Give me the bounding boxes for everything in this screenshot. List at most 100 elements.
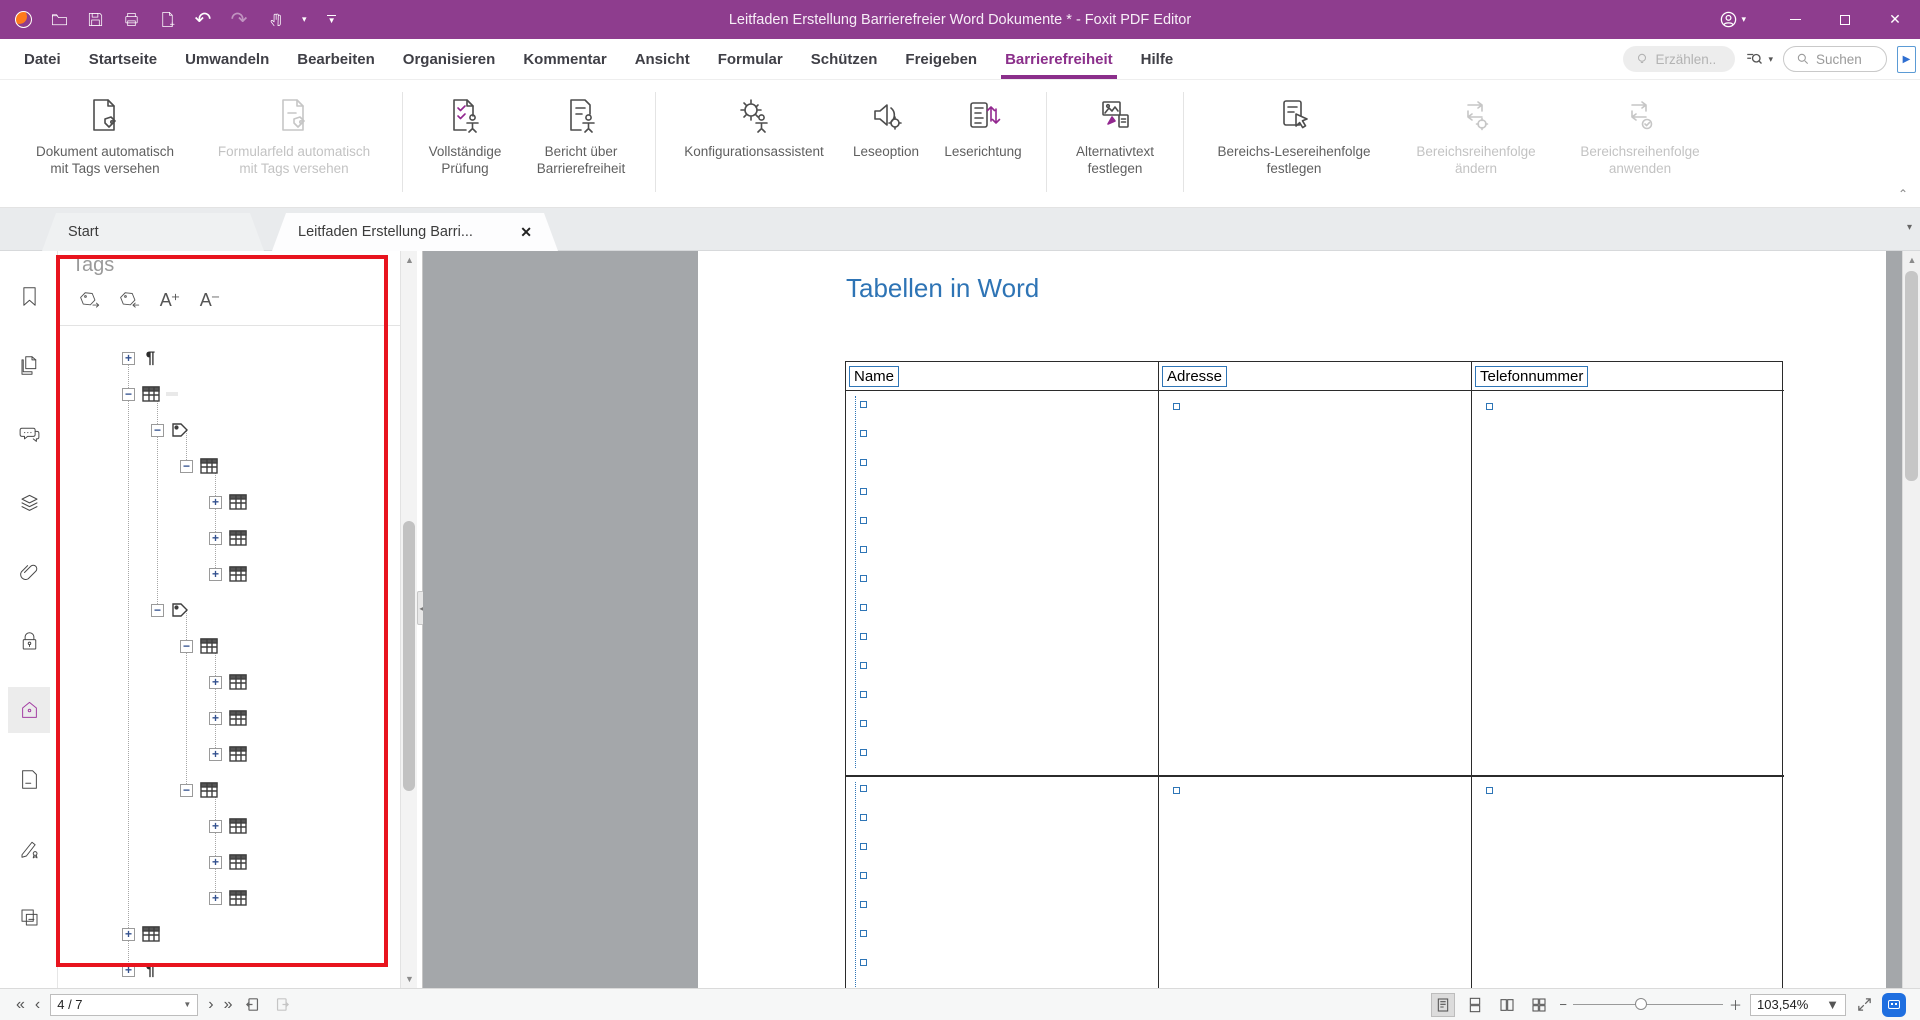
ribbon-button-leserichtung[interactable]: Leserichtung	[930, 90, 1036, 160]
close-tab-icon[interactable]: ✕	[520, 224, 532, 241]
tree-item-td[interactable]: +	[58, 736, 400, 772]
scroll-down-icon[interactable]: ▼	[401, 974, 418, 984]
ribbon-button-alternativtext[interactable]: Alternativtextfestlegen	[1057, 90, 1173, 177]
collapse-node-icon[interactable]: −	[180, 640, 193, 653]
scroll-up-icon[interactable]: ▲	[401, 255, 418, 265]
expand-all-button[interactable]: A⁺	[158, 289, 181, 312]
tree-item-th[interactable]: +	[58, 556, 400, 592]
sidebar-layers-button[interactable]	[8, 480, 50, 526]
grid-view-button[interactable]	[1527, 993, 1551, 1017]
tree-item-p[interactable]: + ¶	[58, 340, 400, 376]
collapse-node-icon[interactable]: −	[180, 784, 193, 797]
tree-item-th[interactable]: +	[58, 484, 400, 520]
expand-node-icon[interactable]: +	[209, 712, 222, 725]
open-folder-icon[interactable]	[48, 9, 70, 31]
new-page-icon[interactable]	[156, 9, 178, 31]
page-number-input[interactable]: 4 / 7 ▼	[50, 994, 198, 1016]
account-menu[interactable]: ▾	[1717, 9, 1746, 31]
zoom-slider-knob[interactable]	[1635, 998, 1647, 1010]
search-input[interactable]: Suchen	[1783, 46, 1887, 72]
ai-assistant-button[interactable]	[1882, 993, 1906, 1017]
collapse-all-button[interactable]: A⁻	[198, 289, 221, 312]
ribbon-button-leseoption[interactable]: Leseoption	[842, 90, 930, 160]
expand-node-icon[interactable]: +	[209, 568, 222, 581]
narrate-input[interactable]: Erzählen..	[1623, 46, 1735, 72]
customize-toolbar-icon[interactable]: ▼	[321, 9, 343, 31]
hand-tool-icon[interactable]	[264, 9, 286, 31]
menu-tab-hilfe[interactable]: Hilfe	[1127, 39, 1188, 79]
ribbon-button-konfigurationsassistent[interactable]: Konfigurationsassistent	[666, 90, 842, 160]
zoom-slider-track[interactable]	[1573, 1004, 1723, 1005]
scroll-up-icon[interactable]: ▲	[1903, 255, 1920, 265]
collapse-node-icon[interactable]: −	[151, 604, 164, 617]
menu-tab-barrierefreiheit[interactable]: Barrierefreiheit	[991, 39, 1127, 79]
document-tab-active[interactable]: Leitfaden Erstellung Barri...✕	[272, 213, 558, 251]
next-view-button[interactable]	[272, 995, 292, 1015]
collapse-node-icon[interactable]: −	[122, 388, 135, 401]
zoom-out-button[interactable]: −	[1559, 997, 1567, 1012]
zoom-slider[interactable]: − ＋	[1559, 995, 1742, 1014]
ribbon-button-vollständige[interactable]: VollständigePrüfung	[413, 90, 517, 177]
menu-tab-formular[interactable]: Formular	[704, 39, 797, 79]
first-page-button[interactable]: «	[16, 996, 25, 1014]
sidebar-security-button[interactable]	[8, 618, 50, 664]
tree-item-tr[interactable]: −	[58, 448, 400, 484]
expand-tag-button[interactable]	[78, 289, 101, 312]
print-icon[interactable]	[120, 9, 142, 31]
previous-view-button[interactable]	[242, 995, 262, 1015]
ribbon-button-bereichs-lesereihenfolge[interactable]: Bereichs-Lesereihenfolgefestlegen	[1194, 90, 1394, 177]
menu-tab-schützen[interactable]: Schützen	[797, 39, 892, 79]
last-page-button[interactable]: »	[224, 996, 233, 1014]
scrollbar-thumb[interactable]	[1905, 271, 1918, 481]
redo-icon[interactable]: ↷	[228, 9, 250, 31]
expand-node-icon[interactable]: +	[209, 820, 222, 833]
menu-overflow-button[interactable]: ▶	[1897, 46, 1916, 73]
continuous-view-button[interactable]	[1463, 993, 1487, 1017]
zoom-level-input[interactable]: 103,54% ▼	[1750, 994, 1846, 1016]
expand-node-icon[interactable]: +	[122, 352, 135, 365]
tree-item-th[interactable]: +	[58, 664, 400, 700]
sidebar-tags-button[interactable]	[8, 687, 50, 733]
maximize-button[interactable]	[1820, 0, 1870, 39]
undo-icon[interactable]: ↶	[192, 9, 214, 31]
tree-item-tbody[interactable]: −	[58, 592, 400, 628]
sidebar-bookmark-button[interactable]	[8, 273, 50, 319]
document-tab-start[interactable]: Start	[42, 213, 264, 251]
expand-node-icon[interactable]: +	[209, 676, 222, 689]
fullscreen-button[interactable]	[1854, 995, 1874, 1015]
document-scrollbar[interactable]: ▲	[1902, 251, 1920, 988]
scrollbar-thumb[interactable]	[403, 521, 415, 791]
tree-item-table[interactable]: +	[58, 916, 400, 952]
sidebar-destinations-button[interactable]	[8, 756, 50, 802]
sidebar-signature-button[interactable]	[8, 825, 50, 871]
single-page-view-button[interactable]	[1431, 993, 1455, 1017]
collapse-ribbon-button[interactable]: ⌃	[1898, 187, 1908, 201]
tree-item-tr[interactable]: −	[58, 772, 400, 808]
menu-tab-organisieren[interactable]: Organisieren	[389, 39, 510, 79]
expand-node-icon[interactable]: +	[122, 964, 135, 977]
tree-item-tr[interactable]: −	[58, 628, 400, 664]
tree-item-thead[interactable]: −	[58, 412, 400, 448]
collapse-tag-button[interactable]	[118, 289, 141, 312]
tree-item-td[interactable]: +	[58, 700, 400, 736]
expand-node-icon[interactable]: +	[209, 856, 222, 869]
advanced-search-button[interactable]: ▾	[1745, 50, 1773, 68]
zoom-in-button[interactable]: ＋	[1729, 995, 1742, 1014]
tree-item-table[interactable]: −	[58, 376, 400, 412]
menu-tab-startseite[interactable]: Startseite	[75, 39, 171, 79]
tags-panel-scrollbar[interactable]: ▲ ▼	[400, 251, 417, 988]
sidebar-content-button[interactable]	[8, 894, 50, 940]
expand-node-icon[interactable]: +	[209, 748, 222, 761]
close-button[interactable]: ✕	[1870, 0, 1920, 39]
tree-item-td[interactable]: +	[58, 880, 400, 916]
foxit-logo-icon[interactable]	[12, 9, 34, 31]
menu-tab-umwandeln[interactable]: Umwandeln	[171, 39, 283, 79]
expand-node-icon[interactable]: +	[122, 928, 135, 941]
tree-item-td[interactable]: +	[58, 844, 400, 880]
ribbon-button-dokument-automatisch[interactable]: Dokument automatischmit Tags versehen	[14, 90, 196, 177]
facing-view-button[interactable]	[1495, 993, 1519, 1017]
menu-tab-datei[interactable]: Datei	[10, 39, 75, 79]
collapse-node-icon[interactable]: −	[151, 424, 164, 437]
sidebar-attachment-button[interactable]	[8, 549, 50, 595]
tree-item-p[interactable]: + ¶	[58, 952, 400, 988]
